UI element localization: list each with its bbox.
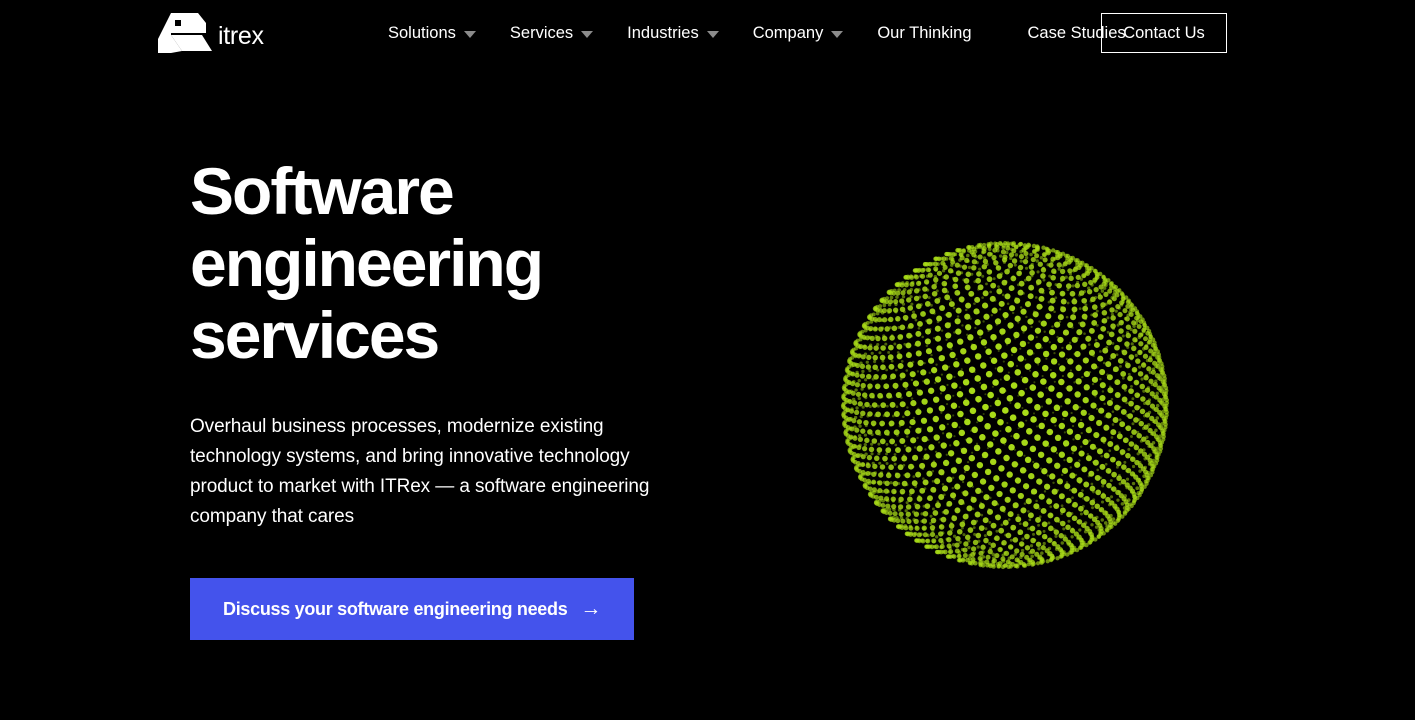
contact-us-button[interactable]: Contact Us: [1101, 13, 1227, 53]
nav-item-solutions[interactable]: Solutions: [380, 0, 493, 66]
nav-label-company: Company: [752, 23, 824, 42]
page-title-line-2: engineering: [190, 226, 544, 300]
nav-item-our-thinking[interactable]: Our Thinking: [860, 0, 988, 66]
hero-subtitle: Overhaul business processes, modernize e…: [190, 416, 650, 527]
hero-content: Software engineering services Overhaul b…: [190, 155, 810, 640]
chevron-down-icon: [581, 30, 594, 38]
site-header: itrex Solutions Services Industries Comp…: [0, 0, 1415, 66]
chevron-down-icon: [831, 30, 844, 38]
nav-label-industries: Industries: [627, 23, 699, 42]
page-root: itrex Solutions Services Industries Comp…: [0, 0, 1415, 720]
chevron-down-icon: [463, 30, 476, 38]
nav-item-services[interactable]: Services: [493, 0, 610, 66]
page-title: Software engineering services: [190, 155, 810, 371]
page-title-line-3: services: [190, 298, 440, 372]
logo-wordmark: itrex: [218, 22, 264, 50]
nav-label-solutions: Solutions: [388, 23, 456, 42]
arrow-right-icon: →: [580, 596, 602, 620]
itrex-r-logo-icon: [158, 13, 212, 53]
chevron-down-icon: [706, 30, 719, 38]
dot-sphere-graphic: [838, 240, 1172, 570]
main-navigation: Solutions Services Industries Company Ou…: [380, 0, 1143, 66]
nav-label-our-thinking: Our Thinking: [877, 23, 972, 42]
page-title-line-1: Software: [190, 154, 455, 228]
discuss-needs-cta-button[interactable]: Discuss your software engineering needs …: [190, 578, 635, 640]
site-logo[interactable]: itrex: [158, 13, 264, 53]
nav-label-services: Services: [509, 23, 574, 42]
nav-item-company[interactable]: Company: [736, 0, 861, 66]
dot-sphere-svg: [840, 240, 1170, 570]
cta-label: Discuss your software engineering needs: [223, 598, 568, 619]
nav-item-industries[interactable]: Industries: [610, 0, 736, 66]
